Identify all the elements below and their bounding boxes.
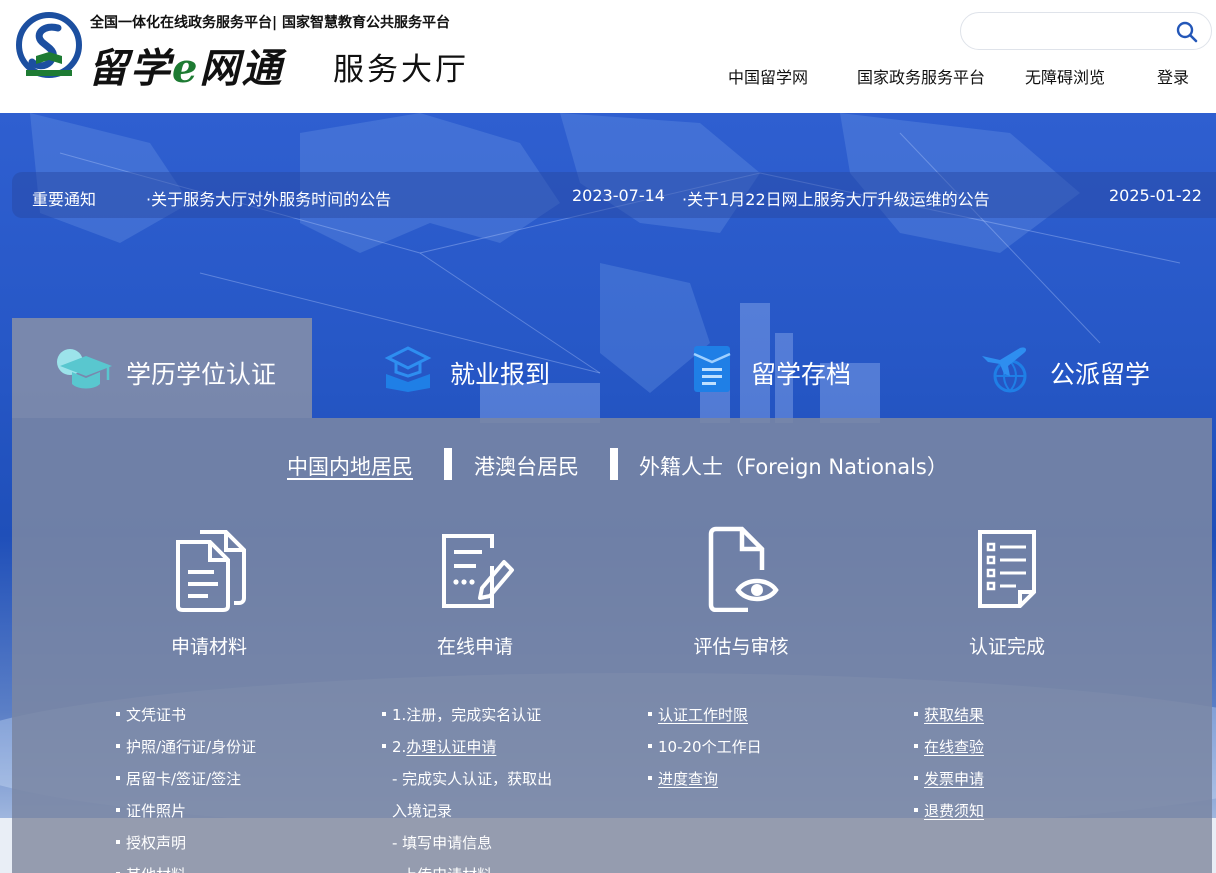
service-panel: 中国内地居民 港澳台居民 外籍人士（Foreign Nationals） 申请材… bbox=[12, 418, 1212, 873]
site-header: 全国一体化在线政务服务平台| 国家智慧教育公共服务平台 留学e网通 服务大厅 中… bbox=[0, 0, 1216, 113]
list-item-link-text[interactable]: 获取结果 bbox=[924, 706, 984, 724]
step-verification-complete: 认证完成 bbox=[907, 526, 1107, 659]
step-list-review: 认证工作时限 10-20个工作日 进度查询 bbox=[648, 704, 762, 800]
archive-folder-icon bbox=[693, 346, 731, 392]
list-item: 居留卡/签证/签注 bbox=[116, 768, 256, 800]
list-item-link-text[interactable]: 发票申请 bbox=[924, 770, 984, 788]
list-item: 授权声明 bbox=[116, 832, 256, 864]
step-list-materials: 文凭证书 护照/通行证/身份证 居留卡/签证/签注 证件照片 授权声明 其他材料 bbox=[116, 704, 256, 873]
brand-part-b: 网通 bbox=[199, 45, 284, 92]
search-box bbox=[960, 12, 1212, 50]
tab-label: 留学存档 bbox=[751, 360, 852, 389]
search-icon[interactable] bbox=[1175, 20, 1199, 44]
list-item: 入境记录 bbox=[392, 802, 453, 820]
step-online-application: 在线申请 bbox=[375, 526, 575, 659]
list-item: 护照/通行证/身份证 bbox=[116, 736, 256, 768]
tab-study-abroad-archive[interactable]: 留学存档 bbox=[612, 318, 912, 418]
notice-date: 2023-07-14 bbox=[572, 186, 665, 205]
brand-part-a: 留学 bbox=[88, 45, 172, 92]
tab-hk-macao-taiwan[interactable]: 港澳台居民 bbox=[474, 451, 579, 481]
tab-employment-report[interactable]: 就业报到 bbox=[312, 318, 612, 418]
step-list-complete: 获取结果 在线查验 发票申请 退费须知 bbox=[914, 704, 984, 832]
list-item-link[interactable]: 认证工作时限 bbox=[648, 704, 762, 736]
step-title: 评估与审核 bbox=[693, 636, 789, 658]
graduation-cap-icon bbox=[57, 349, 112, 389]
step-evaluation-review: 评估与审核 bbox=[641, 526, 841, 659]
checklist-icon bbox=[978, 530, 1036, 608]
cap-book-icon bbox=[384, 346, 432, 392]
tab-label: 学历学位认证 bbox=[126, 360, 277, 389]
list-item-link[interactable]: 发票申请 bbox=[914, 768, 984, 800]
notice-label: 重要通知 bbox=[32, 190, 97, 209]
list-item-link-text[interactable]: 在线查验 bbox=[924, 738, 984, 756]
list-item: - 上传申请材料 bbox=[382, 864, 552, 873]
brand-name: 留学e网通 bbox=[88, 36, 283, 94]
step-title: 申请材料 bbox=[170, 636, 247, 658]
list-item-link-text[interactable]: 认证工作时限 bbox=[658, 706, 748, 724]
list-item-prefix: 2. bbox=[392, 738, 407, 756]
tab-government-sponsored-study[interactable]: 公派留学 bbox=[912, 318, 1212, 418]
notice-bar: 重要通知 ·关于服务大厅对外服务时间的公告 2023-07-14 ·关于1月22… bbox=[12, 172, 1216, 218]
list-item-link[interactable]: 获取结果 bbox=[914, 704, 984, 736]
tab-separator bbox=[610, 448, 618, 480]
notice-date: 2025-01-22 bbox=[1109, 186, 1202, 205]
list-item-link-text[interactable]: 退费须知 bbox=[924, 802, 984, 820]
nav-accessibility[interactable]: 无障碍浏览 bbox=[1025, 64, 1105, 88]
step-application-materials: 申请材料 bbox=[109, 526, 309, 659]
nav-cscse[interactable]: 中国留学网 bbox=[728, 64, 808, 88]
tab-label: 公派留学 bbox=[1050, 360, 1151, 389]
tab-foreign-nationals[interactable]: 外籍人士（Foreign Nationals） bbox=[639, 451, 948, 481]
list-item-link-text[interactable]: 办理认证申请 bbox=[406, 738, 496, 756]
list-item-link-text[interactable]: 进度查询 bbox=[658, 770, 718, 788]
list-item-link[interactable]: 退费须知 bbox=[914, 800, 984, 832]
list-item: 10-20个工作日 bbox=[648, 736, 762, 768]
tab-label: 就业报到 bbox=[450, 360, 551, 389]
nav-gov-platform[interactable]: 国家政务服务平台 bbox=[857, 64, 985, 88]
search-input[interactable] bbox=[975, 20, 1165, 44]
list-item-link[interactable]: 2.办理认证申请 bbox=[382, 736, 552, 768]
brand-part-e: e bbox=[172, 45, 200, 92]
site-logo-icon[interactable] bbox=[14, 12, 84, 82]
plane-globe-icon bbox=[982, 347, 1027, 393]
list-item-link[interactable]: 在线查验 bbox=[914, 736, 984, 768]
brand-subtitle: 服务大厅 bbox=[333, 52, 469, 88]
list-item-link[interactable]: 进度查询 bbox=[648, 768, 762, 800]
list-item: 1.注册，完成实名认证 bbox=[382, 704, 552, 736]
step-title: 在线申请 bbox=[436, 636, 513, 658]
file-eye-icon bbox=[708, 526, 779, 612]
tab-mainland-residents[interactable]: 中国内地居民 bbox=[287, 451, 413, 481]
list-item: 其他材料 bbox=[116, 864, 256, 873]
nav-login[interactable]: 登录 bbox=[1157, 64, 1189, 88]
step-title: 认证完成 bbox=[968, 636, 1045, 658]
platform-tagline: 全国一体化在线政务服务平台| 国家智慧教育公共服务平台 bbox=[90, 15, 450, 31]
list-item: 文凭证书 bbox=[116, 704, 256, 736]
list-item: 证件照片 bbox=[116, 800, 256, 832]
list-item: - 完成实人认证，获取出 bbox=[392, 770, 553, 788]
step-list-online: 1.注册，完成实名认证 2.办理认证申请 - 完成实人认证，获取出 入境记录 -… bbox=[382, 704, 552, 873]
edit-form-icon bbox=[442, 534, 514, 608]
notice-item[interactable]: ·关于服务大厅对外服务时间的公告 bbox=[146, 186, 391, 210]
notice-item[interactable]: ·关于1月22日网上服务大厅升级运维的公告 bbox=[682, 186, 990, 210]
documents-icon bbox=[176, 530, 246, 612]
tab-degree-verification[interactable]: 学历学位认证 bbox=[12, 318, 312, 418]
list-item: - 填写申请信息 bbox=[392, 834, 493, 852]
tab-separator bbox=[444, 448, 452, 480]
